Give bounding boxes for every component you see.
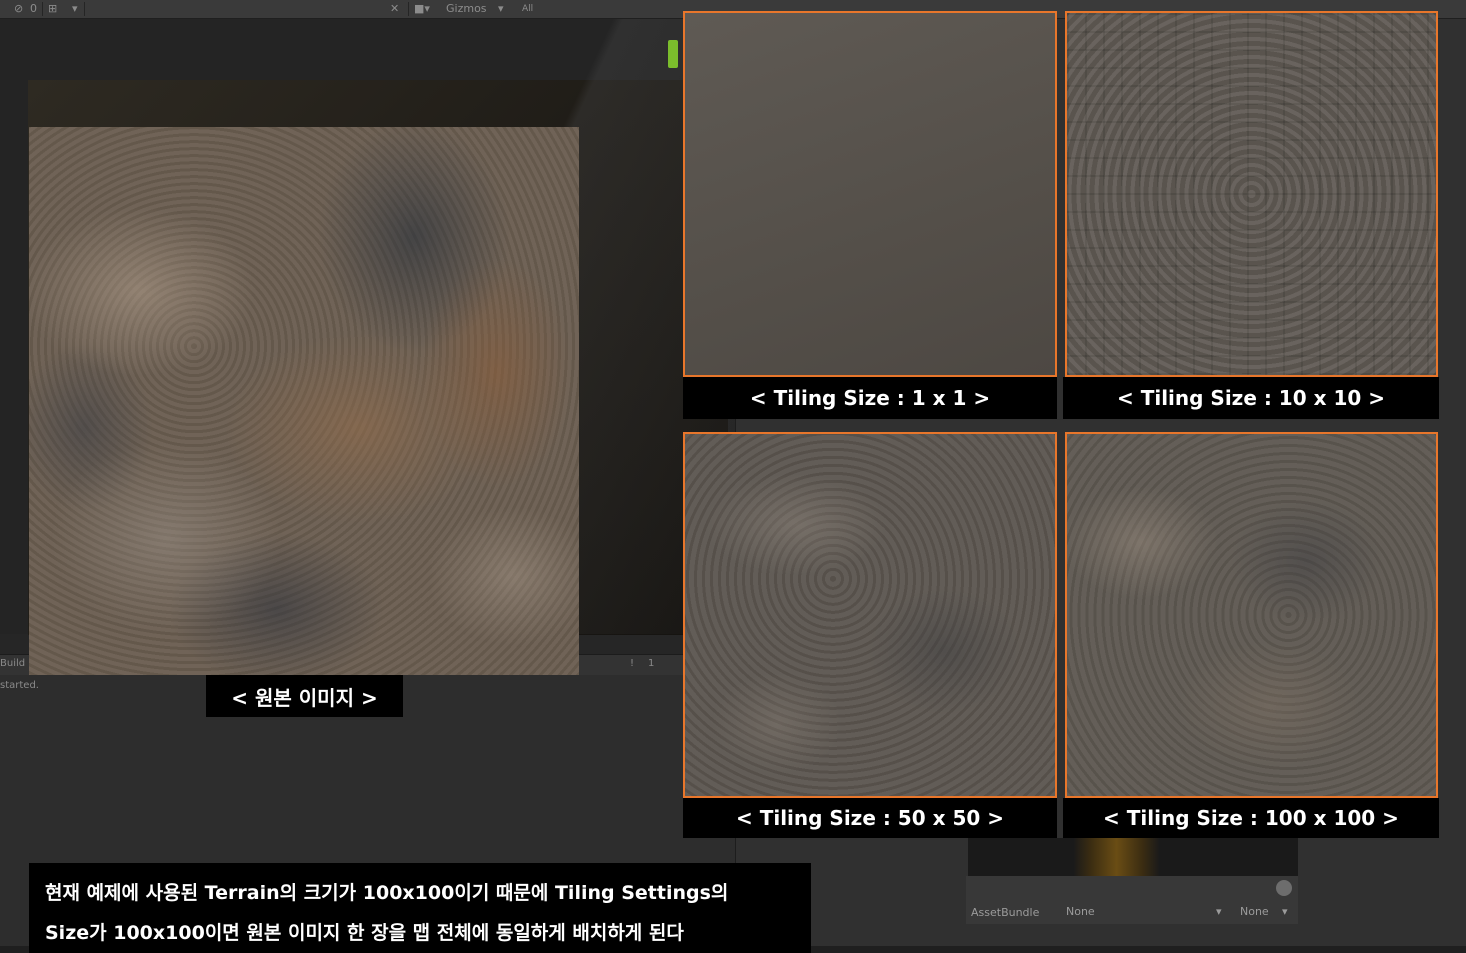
chevron-down-icon[interactable]: ▾ bbox=[1216, 905, 1222, 918]
grid-icon[interactable]: ⊞ bbox=[48, 2, 57, 16]
chevron-down-icon[interactable]: ▾ bbox=[72, 2, 78, 16]
search-input[interactable]: All bbox=[522, 2, 533, 16]
camera-icon[interactable]: ■▾ bbox=[414, 2, 430, 16]
console-build-text: Build bbox=[0, 658, 26, 669]
gizmos-chevron-down-icon[interactable]: ▾ bbox=[498, 2, 504, 16]
tiling-1x1-caption: < Tiling Size : 1 x 1 > bbox=[683, 377, 1057, 419]
tiling-1x1-image bbox=[683, 11, 1057, 377]
original-image-caption: < 원본 이미지 > bbox=[206, 675, 403, 717]
visibility-icon[interactable]: ⊘ bbox=[14, 2, 23, 16]
tools-icon[interactable]: ✕ bbox=[390, 2, 399, 16]
refresh-icon[interactable] bbox=[1276, 880, 1292, 896]
subtitle-line-1: 현재 예제에 사용된 Terrain의 크기가 100x100이기 때문에 Ti… bbox=[45, 882, 729, 904]
preview-strip bbox=[968, 838, 1298, 876]
assetbundle-label: AssetBundle bbox=[971, 906, 1040, 919]
chevron-down-icon[interactable]: ▾ bbox=[1282, 905, 1288, 918]
subtitle-line-2: Size가 100x100이면 원본 이미지 한 장을 맵 전체에 동일하게 배… bbox=[45, 922, 684, 944]
warning-icon[interactable]: ! bbox=[630, 658, 634, 669]
subtitle-box: 현재 예제에 사용된 Terrain의 크기가 100x100이기 때문에 Ti… bbox=[29, 863, 811, 953]
console-started-text: started. bbox=[0, 680, 39, 691]
toolbar-divider bbox=[408, 2, 409, 16]
variant-dropdown[interactable]: None bbox=[1240, 905, 1269, 918]
tiling-10x10-image bbox=[1065, 11, 1438, 377]
tiling-50x50-caption: < Tiling Size : 50 x 50 > bbox=[683, 798, 1057, 838]
toolbar-divider bbox=[84, 2, 85, 16]
console-count: 1 bbox=[648, 658, 655, 669]
tiling-100x100-caption: < Tiling Size : 100 x 100 > bbox=[1063, 798, 1439, 838]
toolbar-divider bbox=[42, 2, 43, 16]
original-texture-image bbox=[29, 127, 579, 675]
scene-gizmo-icon[interactable] bbox=[668, 40, 678, 68]
assetbundle-dropdown[interactable]: None bbox=[1066, 905, 1095, 918]
tiling-10x10-caption: < Tiling Size : 10 x 10 > bbox=[1063, 377, 1439, 419]
hidden-count: 0 bbox=[30, 2, 37, 15]
tiling-50x50-image bbox=[683, 432, 1057, 798]
tiling-100x100-image bbox=[1065, 432, 1438, 798]
gizmos-dropdown[interactable]: Gizmos bbox=[446, 2, 487, 16]
